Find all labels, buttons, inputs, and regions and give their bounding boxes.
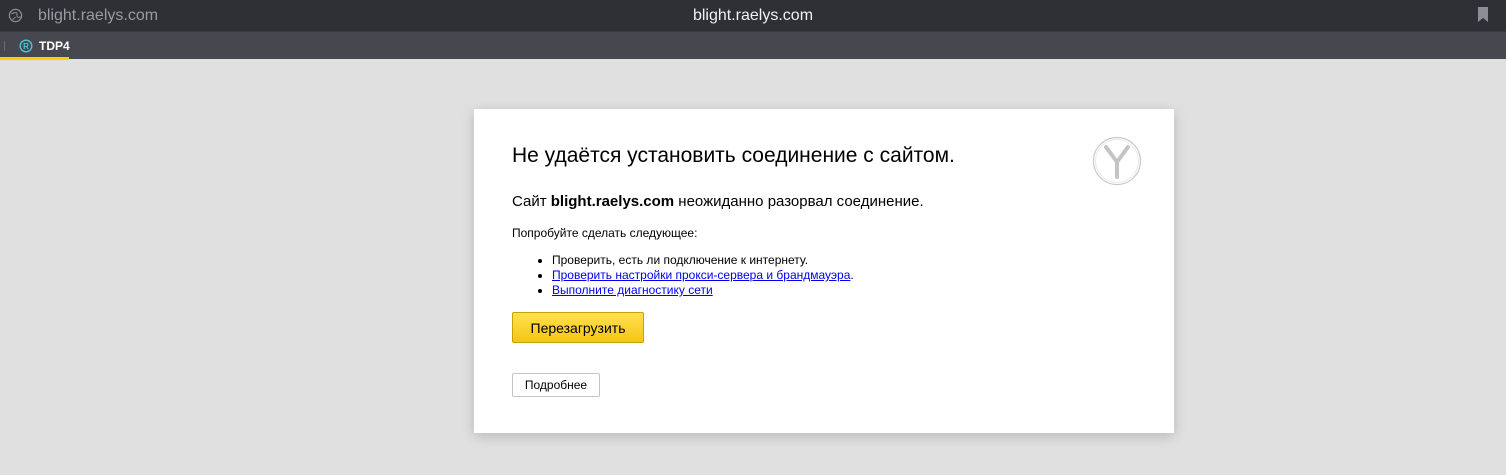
details-button[interactable]: Подробнее	[512, 373, 600, 397]
suggestion-check-internet: Проверить, есть ли подключение к интерне…	[552, 253, 854, 268]
yandex-browser-logo-icon	[1092, 136, 1142, 186]
suggestion-proxy-settings: Проверить настройки прокси-сервера и бра…	[552, 268, 854, 283]
suggestion-network-diagnostics: Выполните диагностику сети	[552, 283, 854, 298]
page-title: blight.raelys.com	[692, 7, 814, 24]
proxy-settings-link[interactable]: Проверить настройки прокси-сервера и бра…	[552, 268, 850, 282]
browser-address-bar: blight.raelys.com blight.raelys.com	[0, 0, 1506, 31]
error-host: blight.raelys.com	[550, 193, 675, 210]
reload-button[interactable]: Перезагрузить	[512, 312, 644, 343]
error-message: Сайт blight.raelys.com неожиданно разорв…	[512, 193, 924, 211]
page-title-display: blight.raelys.com	[0, 6, 1506, 25]
suggestions-list: Проверить, есть ли подключение к интерне…	[512, 253, 854, 298]
tab-tdp4[interactable]: R TDP4	[0, 32, 70, 60]
network-diagnostics-link[interactable]: Выполните диагностику сети	[552, 283, 713, 297]
bookmark-icon[interactable]	[1477, 7, 1489, 22]
active-tab-indicator	[0, 57, 69, 60]
message-suffix: неожиданно разорвал соединение.	[674, 193, 924, 210]
globe-icon[interactable]	[8, 8, 23, 23]
svg-text:R: R	[23, 42, 29, 51]
address-url[interactable]: blight.raelys.com	[38, 6, 158, 25]
tab-bar: R TDP4	[0, 31, 1506, 60]
error-card: Не удаётся установить соединение с сайто…	[474, 109, 1174, 433]
error-title: Не удаётся установить соединение с сайто…	[512, 144, 955, 167]
message-prefix: Сайт	[512, 193, 551, 210]
tdp4-favicon-icon: R	[19, 39, 33, 53]
suggestions-heading: Попробуйте сделать следующее:	[512, 226, 698, 240]
suggestion-suffix: .	[850, 268, 854, 282]
tab-label: TDP4	[39, 39, 70, 53]
